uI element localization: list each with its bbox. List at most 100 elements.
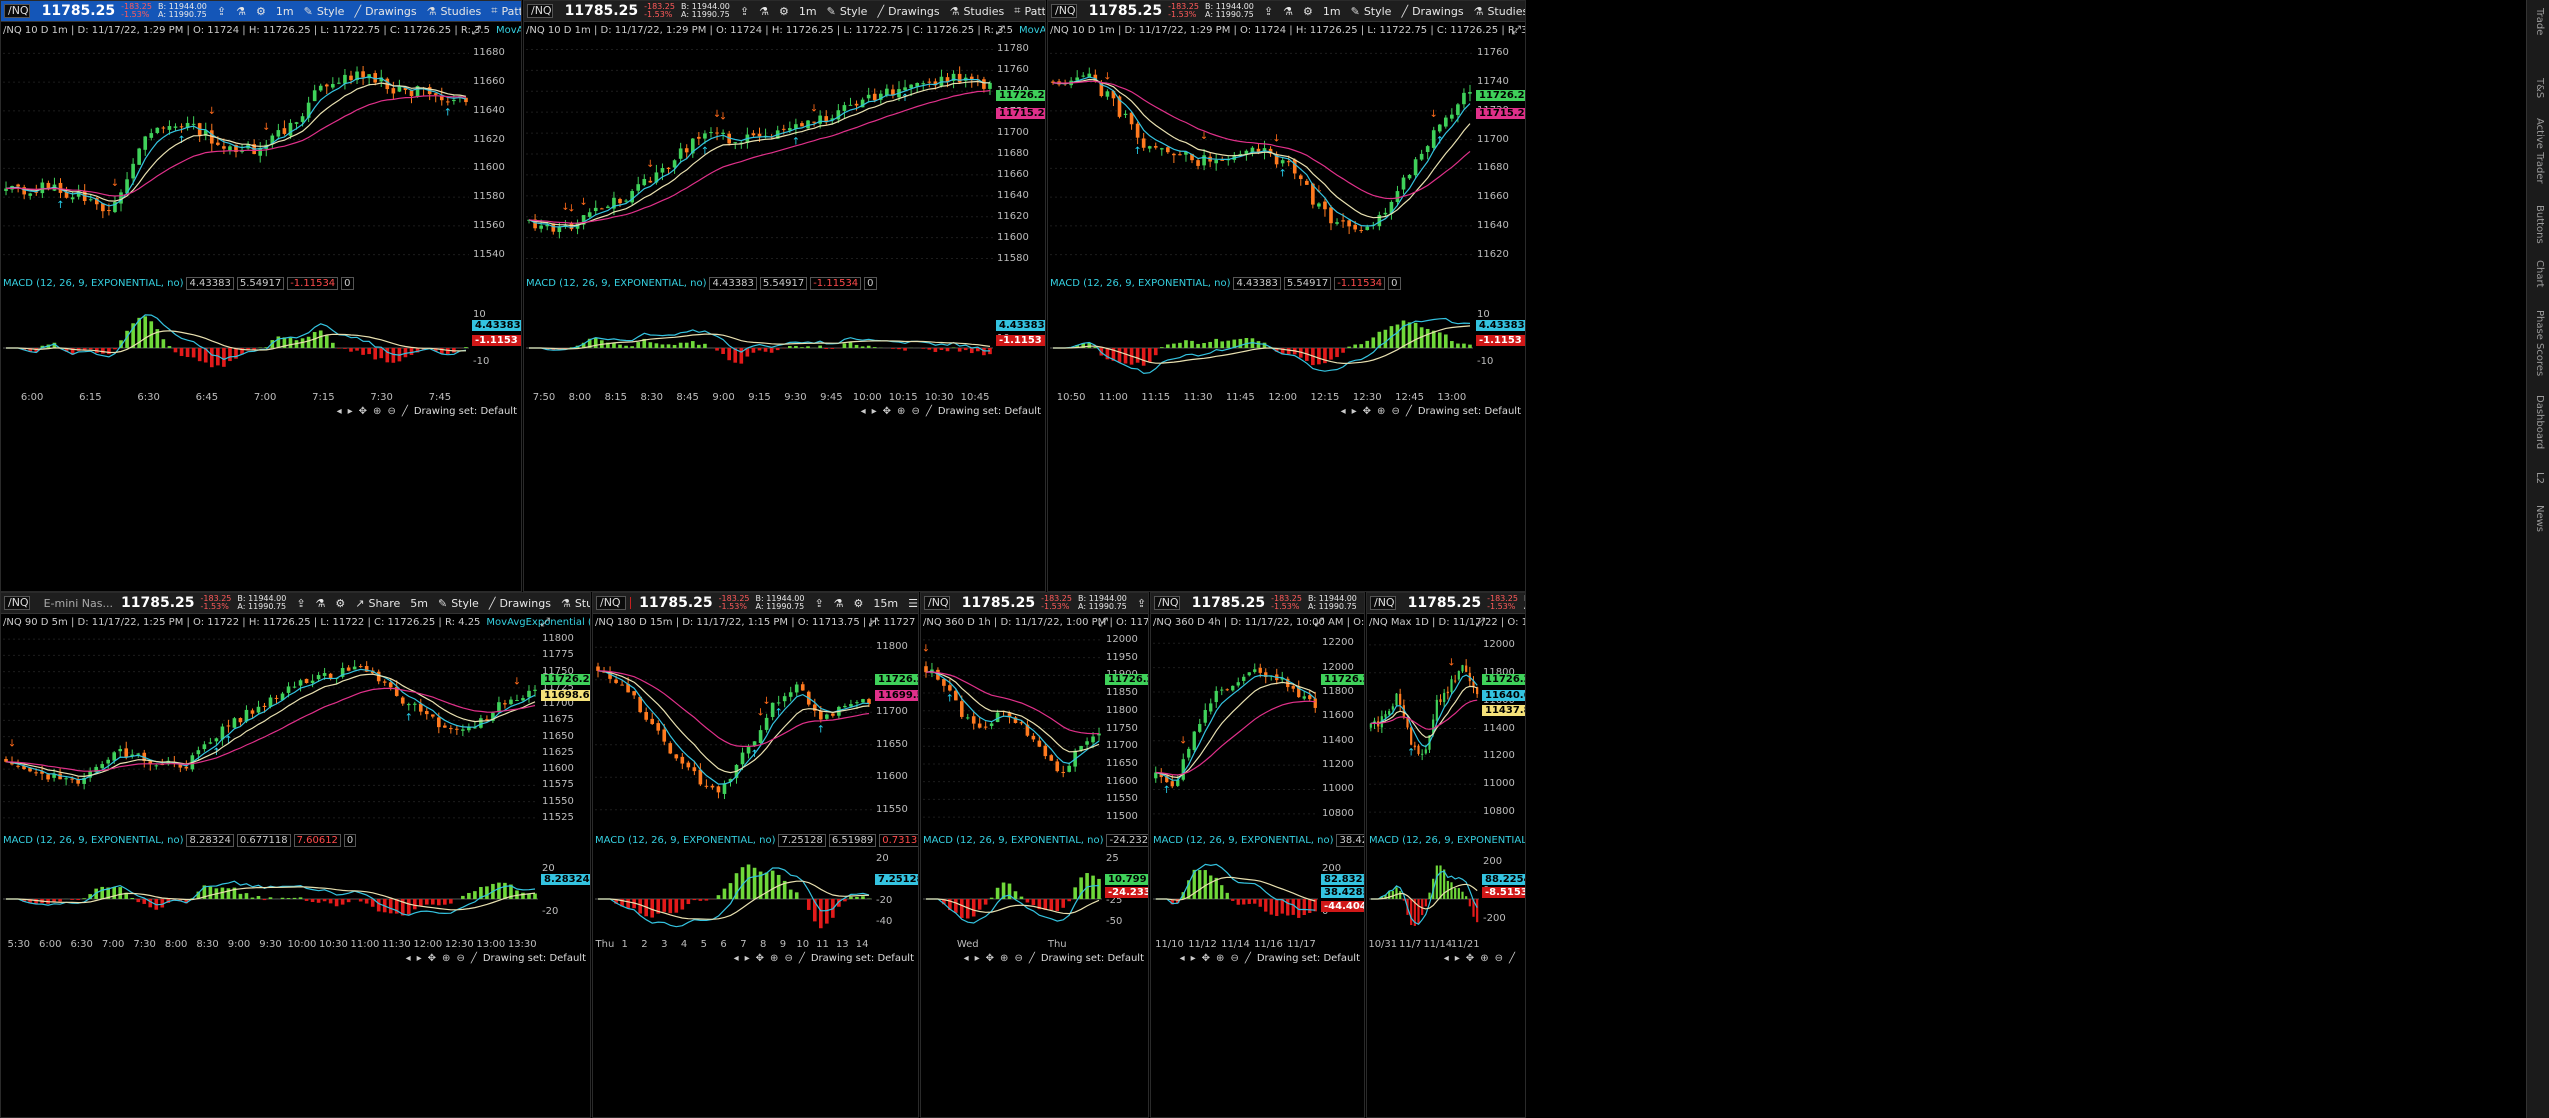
toolbar-button-style[interactable]: ✎ Style: [1351, 5, 1392, 18]
zoom-in-icon[interactable]: ⊕: [897, 406, 905, 417]
toolbar-button-studies[interactable]: ⚗Studies: [950, 5, 1005, 18]
gear-icon[interactable]: ⚙: [854, 597, 864, 610]
pan-icon[interactable]: ✥: [756, 953, 764, 964]
toolbar-button-share[interactable]: ↗ Share: [355, 597, 400, 610]
toolbar-button-1m[interactable]: 1m: [799, 5, 817, 18]
drawing-set-label[interactable]: Drawing set: Default: [414, 406, 517, 417]
toolbar-button-drawings[interactable]: ╱ Drawings: [489, 597, 551, 610]
draw-icon[interactable]: ╱: [1406, 406, 1412, 417]
drawing-set-label[interactable]: Drawing set: Default: [811, 953, 914, 964]
expand-icon[interactable]: ⤢: [1098, 615, 1108, 630]
zoom-out-icon[interactable]: ⊖: [1230, 953, 1238, 964]
flask-icon[interactable]: ⚗: [316, 597, 326, 610]
zoom-in-icon[interactable]: ⊕: [1377, 406, 1385, 417]
expand-icon[interactable]: ⤢: [540, 615, 550, 630]
pan-icon[interactable]: ✥: [1363, 406, 1371, 417]
macd-chart[interactable]: [923, 848, 1102, 933]
draw-icon[interactable]: ╱: [1245, 953, 1251, 964]
gear-icon[interactable]: ⚙: [256, 5, 266, 18]
price-chart[interactable]: ↓↓↓↓↑↓↓↑↓↑: [526, 39, 993, 269]
scroll-right-icon[interactable]: ▸: [745, 953, 750, 964]
drawing-set-label[interactable]: Drawing set: Default: [1418, 406, 1521, 417]
toolbar-button-1m[interactable]: 1m: [276, 5, 294, 18]
toolbar-button-5m[interactable]: 5m: [410, 597, 428, 610]
scroll-right-icon[interactable]: ▸: [1191, 953, 1196, 964]
macd-chart[interactable]: [1050, 291, 1473, 386]
toolbar-button-style[interactable]: ✎ Style: [438, 597, 479, 610]
gear-icon[interactable]: ⚙: [1303, 5, 1313, 18]
draw-icon[interactable]: ╱: [926, 406, 932, 417]
toolbar-button-style[interactable]: ✎ Style: [827, 5, 868, 18]
link-flag-icon[interactable]: [629, 597, 632, 609]
flask-icon[interactable]: ⚗: [1283, 5, 1293, 18]
zoom-out-icon[interactable]: ⊖: [1014, 953, 1022, 964]
share-icon[interactable]: ⇪: [296, 597, 305, 610]
scroll-right-icon[interactable]: ▸: [1455, 953, 1460, 964]
toolbar-button-studies[interactable]: ⚗Studies: [427, 5, 482, 18]
draw-icon[interactable]: ╱: [471, 953, 477, 964]
toolbar-button-studies[interactable]: ⚗Studies: [1474, 5, 1525, 18]
zoom-out-icon[interactable]: ⊖: [456, 953, 464, 964]
scroll-left-icon[interactable]: ◂: [861, 406, 866, 417]
symbol-input[interactable]: /NQ: [527, 4, 553, 18]
scroll-left-icon[interactable]: ◂: [1341, 406, 1346, 417]
zoom-out-icon[interactable]: ⊖: [387, 406, 395, 417]
zoom-out-icon[interactable]: ⊖: [1391, 406, 1399, 417]
toolbar-button-1m[interactable]: 1m: [1323, 5, 1341, 18]
flask-icon[interactable]: ⚗: [834, 597, 844, 610]
drawing-set-label[interactable]: Drawing set: Default: [1041, 953, 1144, 964]
macd-chart[interactable]: [526, 291, 993, 386]
scroll-left-icon[interactable]: ◂: [1444, 953, 1449, 964]
draw-icon[interactable]: ╱: [1029, 953, 1035, 964]
share-icon[interactable]: ⇪: [814, 597, 823, 610]
drawing-set-label[interactable]: Drawing set: Default: [483, 953, 586, 964]
scroll-right-icon[interactable]: ▸: [1352, 406, 1357, 417]
menu-icon[interactable]: ☰: [908, 597, 918, 610]
pan-icon[interactable]: ✥: [428, 953, 436, 964]
toolbar-button-drawings[interactable]: ╱ Drawings: [877, 5, 939, 18]
draw-icon[interactable]: ╱: [402, 406, 408, 417]
drawing-set-label[interactable]: Drawing set: Default: [1257, 953, 1360, 964]
expand-icon[interactable]: ⤢: [995, 23, 1005, 38]
draw-icon[interactable]: ╱: [1509, 953, 1515, 964]
gear-icon[interactable]: ⚙: [779, 5, 789, 18]
pan-icon[interactable]: ✥: [359, 406, 367, 417]
pan-icon[interactable]: ✥: [883, 406, 891, 417]
scroll-left-icon[interactable]: ◂: [406, 953, 411, 964]
macd-chart[interactable]: [1153, 848, 1318, 933]
price-chart[interactable]: ↑↓↓↑↑: [595, 631, 872, 826]
toolbar-button-drawings[interactable]: ╱ Drawings: [354, 5, 416, 18]
symbol-input[interactable]: /NQ: [596, 596, 626, 610]
expand-icon[interactable]: ⤢: [1511, 23, 1521, 38]
price-chart[interactable]: ↓↑: [922, 631, 1102, 826]
scroll-right-icon[interactable]: ▸: [975, 953, 980, 964]
toolbar-button-15m[interactable]: 15m: [873, 597, 898, 610]
share-icon[interactable]: ⇪: [1137, 597, 1146, 610]
scroll-left-icon[interactable]: ◂: [1180, 953, 1185, 964]
flask-icon[interactable]: ⚗: [759, 5, 769, 18]
flask-icon[interactable]: ⚗: [236, 5, 246, 18]
expand-icon[interactable]: ⤢: [1314, 615, 1324, 630]
scroll-left-icon[interactable]: ◂: [734, 953, 739, 964]
scroll-right-icon[interactable]: ▸: [872, 406, 877, 417]
expand-icon[interactable]: ⤢: [1475, 615, 1485, 630]
symbol-input[interactable]: /NQ: [924, 596, 950, 610]
macd-chart[interactable]: [595, 848, 872, 933]
price-chart[interactable]: ↓↑↑↑↓: [3, 631, 538, 826]
scroll-left-icon[interactable]: ◂: [337, 406, 342, 417]
symbol-input[interactable]: /NQ: [4, 596, 30, 610]
zoom-out-icon[interactable]: ⊖: [1495, 953, 1503, 964]
zoom-in-icon[interactable]: ⊕: [1216, 953, 1224, 964]
toolbar-button-patterns[interactable]: ⌗Patterns: [1014, 4, 1045, 18]
drawing-set-label[interactable]: Drawing set: Default: [938, 406, 1041, 417]
price-chart[interactable]: ↓↑↓ ↓↑↓↓↑: [1050, 39, 1473, 269]
toolbar-button-drawings[interactable]: ╱ Drawings: [1401, 5, 1463, 18]
toolbar-button-style[interactable]: ✎ Style: [304, 5, 345, 18]
share-icon[interactable]: ⇪: [1264, 5, 1273, 18]
symbol-input[interactable]: /NQ: [4, 4, 30, 18]
draw-icon[interactable]: ╱: [799, 953, 805, 964]
share-icon[interactable]: ⇪: [217, 5, 226, 18]
scroll-left-icon[interactable]: ◂: [964, 953, 969, 964]
scroll-right-icon[interactable]: ▸: [417, 953, 422, 964]
gear-icon[interactable]: ⚙: [335, 597, 345, 610]
